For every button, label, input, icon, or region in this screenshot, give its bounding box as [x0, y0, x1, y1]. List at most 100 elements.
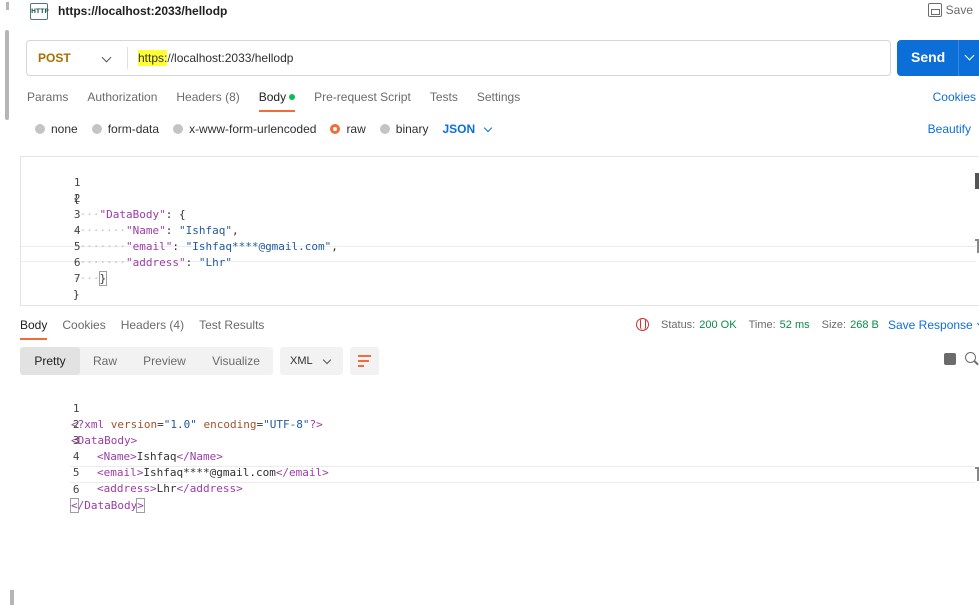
time-value[interactable]: 52 ms — [780, 319, 810, 331]
time-label: Time: — [748, 318, 776, 331]
view-pretty-button[interactable]: Pretty — [20, 347, 80, 375]
radio-raw[interactable]: raw — [330, 122, 366, 136]
chevron-down-icon — [322, 355, 332, 365]
view-raw-button[interactable]: Raw — [80, 347, 130, 375]
body-indicator-dot — [289, 93, 296, 100]
beautify-link[interactable]: Beautify — [928, 122, 971, 136]
code-line: 3 ········"Name": "Ishfaq", — [21, 191, 979, 237]
response-tab-test-results[interactable]: Test Results — [199, 318, 264, 340]
save-response-button[interactable]: Save Response — [888, 318, 979, 332]
chevron-down-icon — [483, 123, 493, 132]
url-bar: POST https://localhost:2033/hellodp — [26, 40, 891, 76]
view-preview-button[interactable]: Preview — [130, 347, 199, 375]
wrap-lines-button[interactable] — [350, 347, 379, 375]
radio-label: none — [51, 122, 78, 136]
send-options-chevron-icon[interactable] — [964, 50, 975, 61]
radio-label: form-data — [107, 122, 160, 136]
code-text: Lhr — [156, 482, 177, 495]
save-label: Save — [945, 3, 973, 17]
editor-resize-marker — [975, 467, 979, 481]
response-tab-body[interactable]: Body — [20, 318, 48, 340]
code-token: } — [73, 288, 80, 301]
search-icon[interactable] — [965, 352, 976, 363]
tab-headers[interactable]: Headers (8) — [176, 90, 239, 112]
radio-circle — [91, 124, 102, 134]
method-select[interactable]: POST — [27, 41, 127, 75]
cookies-link[interactable]: Cookies — [933, 90, 976, 104]
save-button[interactable]: Save — [927, 3, 973, 17]
code-line: 2 <DataBody> — [20, 401, 979, 447]
radio-urlencoded[interactable]: x-www-form-urlencoded — [173, 122, 316, 136]
editor-resize-marker — [975, 239, 979, 253]
copy-icon[interactable] — [944, 353, 956, 365]
response-body-viewer[interactable]: 1 <?xml version="1.0" encoding="UTF-8"?>… — [20, 385, 979, 605]
line-number: 6 — [72, 483, 80, 496]
body-type-options: none form-data x-www-form-urlencoded raw… — [35, 122, 493, 136]
code-line: 1 <?xml version="1.0" encoding="UTF-8"?> — [20, 385, 979, 431]
response-format-label: XML — [290, 355, 313, 367]
response-format-select[interactable]: XML — [280, 347, 343, 375]
tab-params[interactable]: Params — [27, 90, 68, 112]
url-rest: //localhost:2033/hellodp — [167, 51, 294, 65]
request-title: https://localhost:2033/hellodp — [58, 4, 228, 18]
radio-label: x-www-form-urlencoded — [189, 122, 317, 136]
radio-circle — [35, 124, 45, 134]
code-line: 7 } — [21, 255, 979, 301]
code-tag: /DataBody — [77, 499, 138, 512]
response-tab-cookies[interactable]: Cookies — [62, 318, 105, 340]
globe-icon[interactable] — [636, 318, 649, 331]
code-tag: <address> — [97, 482, 157, 495]
url-input[interactable]: https://localhost:2033/hellodp — [138, 50, 294, 66]
save-response-label: Save Response — [888, 318, 973, 332]
code-line: 4 <email>Ishfaq****@gmail.com</email> — [20, 433, 979, 479]
tab-authorization[interactable]: Authorization — [87, 90, 157, 112]
code-line: 5 ········"address": "Lhr" — [21, 223, 979, 269]
radio-label: binary — [395, 122, 429, 136]
code-line: 1 { — [21, 159, 979, 205]
radio-circle — [379, 124, 390, 134]
tab-tests[interactable]: Tests — [430, 90, 458, 112]
response-status-bar: Status: 200 OK Time: 52 ms Size: 268 B — [636, 318, 891, 331]
radio-circle — [173, 124, 184, 134]
code-line: 4 ········"email": "Ishfaq****@gmail.com… — [21, 207, 979, 253]
line-number: 7 — [73, 272, 81, 285]
sidebar-scrollbar[interactable] — [5, 30, 9, 120]
response-tabs: Body Cookies Headers (4) Test Results — [20, 318, 279, 340]
url-scheme-highlight: https: — [138, 50, 168, 66]
tab-settings[interactable]: Settings — [477, 90, 520, 112]
radio-label: raw — [346, 122, 366, 136]
tab-body-label: Body — [258, 90, 287, 104]
radio-form-data[interactable]: form-data — [91, 122, 160, 136]
radio-circle-selected — [330, 124, 341, 134]
matched-bracket: > — [136, 498, 145, 513]
code-line: 2 ····"DataBody": { — [21, 175, 979, 221]
matched-bracket: } — [98, 271, 108, 286]
response-tab-headers[interactable]: Headers (4) — [121, 318, 184, 340]
matched-bracket: < — [70, 498, 79, 513]
view-visualize-button[interactable]: Visualize — [199, 347, 273, 375]
code-tag: </address> — [176, 482, 243, 495]
wrap-lines-icon — [358, 355, 371, 367]
status-value[interactable]: 200 OK — [699, 319, 736, 331]
send-button[interactable]: Send — [897, 40, 979, 76]
radio-binary[interactable]: binary — [379, 122, 429, 136]
method-label: POST — [38, 51, 71, 65]
code-line: 6 ····} — [21, 239, 979, 286]
divider — [958, 40, 959, 76]
code-line: 3 <Name>Ishfaq</Name> — [20, 417, 979, 463]
http-request-icon: HTTP — [30, 3, 49, 20]
response-view-toggle: Pretty Raw Preview Visualize — [20, 347, 273, 375]
bottom-scrollbar[interactable] — [10, 590, 14, 605]
code-line: 6 </DataBody> — [20, 466, 979, 513]
code-line: 5 <address>Lhr</address> — [20, 449, 979, 495]
divider — [127, 47, 128, 69]
raw-format-select[interactable]: JSON — [442, 122, 493, 136]
tab-body[interactable]: Body — [258, 90, 296, 112]
editor-scrollbar[interactable] — [975, 173, 979, 189]
size-value[interactable]: 268 B — [850, 319, 879, 331]
save-icon — [927, 3, 942, 17]
radio-none[interactable]: none — [35, 122, 78, 136]
size-label: Size: — [821, 318, 847, 331]
request-body-editor[interactable]: 1 { 2 ····"DataBody": { 3 ········"Name"… — [20, 156, 979, 306]
tab-pre-request-script[interactable]: Pre-request Script — [314, 90, 411, 112]
